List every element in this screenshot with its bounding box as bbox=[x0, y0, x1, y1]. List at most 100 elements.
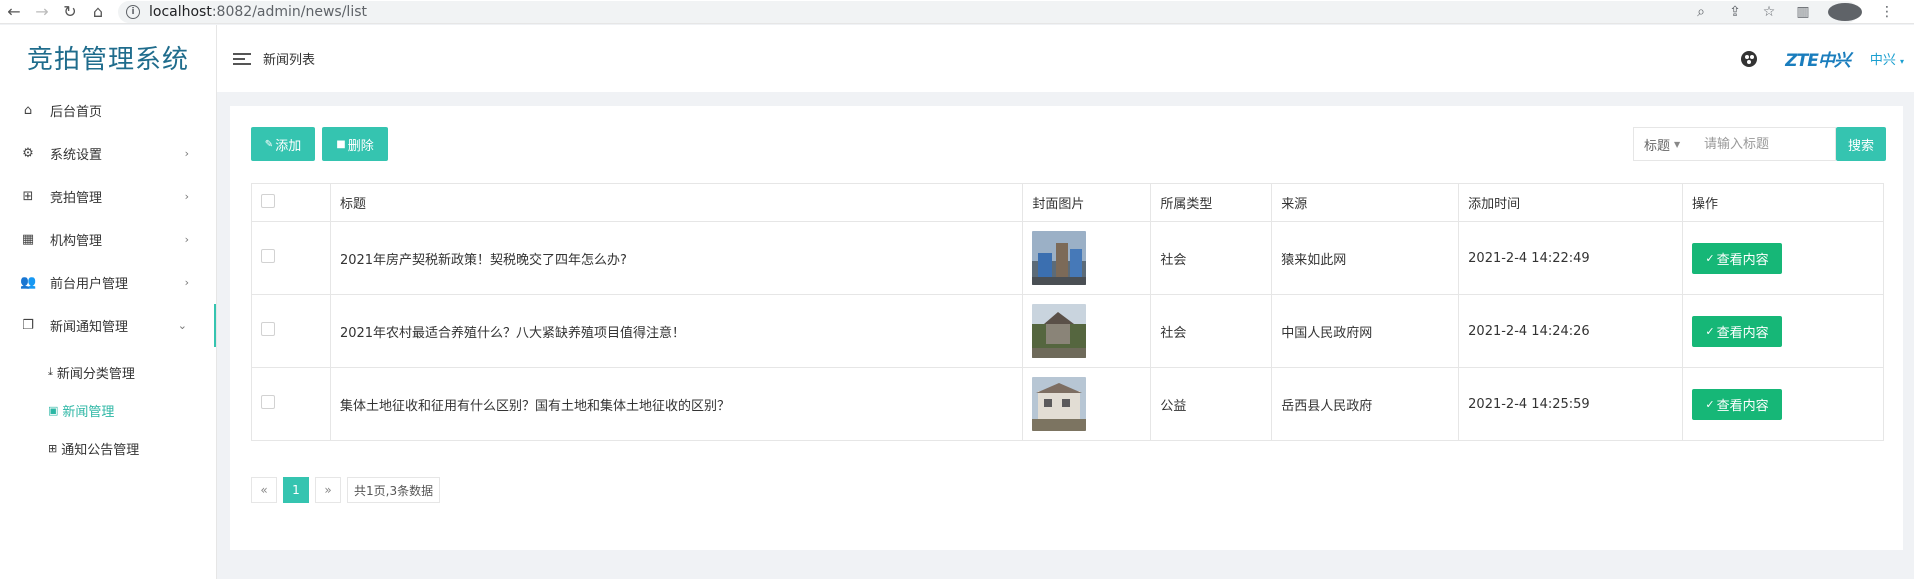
cell-actions: ✓ 查看内容 bbox=[1682, 221, 1884, 295]
cell-source: 中国人民政府网 bbox=[1271, 294, 1460, 368]
sidebar-item-notice-manage[interactable]: ⊞ 通知公告管理 bbox=[0, 429, 216, 467]
delete-icon: ■ bbox=[336, 138, 346, 150]
cell-type: 社会 bbox=[1150, 221, 1273, 295]
dashboard-icon: ▦ bbox=[21, 232, 35, 247]
search-field-select[interactable]: 标题 ▼ bbox=[1633, 127, 1695, 161]
view-content-button[interactable]: ✓ 查看内容 bbox=[1692, 388, 1783, 420]
pagination: « 1 » 共1页,3条数据 bbox=[251, 477, 446, 503]
prev-page-button[interactable]: « bbox=[251, 477, 277, 503]
edit-icon: ✎ bbox=[264, 138, 274, 150]
sidebar: 竞拍管理系统 ⌂ 后台首页 ⚙ 系统设置 › ⊞ 竞拍管理 › ▦ 机构管理 ›… bbox=[0, 25, 217, 579]
view-content-button[interactable]: ✓ 查看内容 bbox=[1692, 315, 1783, 347]
table-row: 集体土地征收和征用有什么区别？国有土地和集体土地征收的区别？ 公益 岳西县人民政… bbox=[251, 367, 1884, 441]
address-bar[interactable]: i localhost:8082/admin/news/list bbox=[118, 0, 1858, 23]
cell-time: 2021-2-4 14:24:26 bbox=[1458, 294, 1684, 368]
cover-image bbox=[1032, 231, 1087, 285]
page-1-button[interactable]: 1 bbox=[283, 477, 309, 503]
cell-actions: ✓ 查看内容 bbox=[1682, 367, 1884, 441]
app-logo-title: 竞拍管理系统 bbox=[26, 44, 189, 75]
user-menu[interactable]: 中兴 ▾ bbox=[1870, 49, 1904, 68]
cell-title: 2021年农村最适合养殖什么？八大紧缺养殖项目值得注意！ bbox=[329, 294, 1024, 368]
add-button[interactable]: ✎ 添加 bbox=[251, 127, 315, 161]
sidebar-item-news-manage[interactable]: ▣ 新闻管理 bbox=[0, 391, 216, 429]
zoom-icon[interactable]: ⌕ bbox=[1684, 4, 1718, 20]
download-icon: ⤓ bbox=[48, 365, 53, 378]
sidebar-item-label: 新闻分类管理 bbox=[56, 366, 135, 382]
pagination-summary: 共1页,3条数据 bbox=[347, 477, 441, 503]
caret-down-icon: ▼ bbox=[1674, 139, 1681, 149]
copy-icon: ❐ bbox=[22, 318, 34, 333]
more-menu-icon[interactable]: ⋮ bbox=[1870, 4, 1904, 20]
sidebar-item-organization[interactable]: ▦ 机构管理 › bbox=[0, 218, 216, 261]
forward-icon[interactable]: → bbox=[28, 0, 56, 24]
sidebar-item-users[interactable]: 👥 前台用户管理 › bbox=[0, 261, 216, 304]
delete-button-label: 删除 bbox=[347, 138, 374, 154]
check-icon: ✓ bbox=[1705, 324, 1715, 338]
select-all-cell bbox=[251, 183, 331, 222]
delete-button[interactable]: ■ 删除 bbox=[322, 127, 388, 161]
view-content-label: 查看内容 bbox=[1716, 252, 1769, 268]
column-header-time: 添加时间 bbox=[1458, 183, 1684, 222]
cell-cover bbox=[1022, 367, 1152, 441]
cell-source: 猿来如此网 bbox=[1271, 221, 1460, 295]
chevron-right-icon: › bbox=[184, 147, 189, 160]
menu-toggle-icon[interactable] bbox=[233, 52, 251, 65]
url-path: :8082/admin/news/list bbox=[211, 3, 367, 20]
row-checkbox[interactable] bbox=[261, 249, 275, 263]
cover-image bbox=[1032, 377, 1087, 431]
home-icon[interactable]: ⌂ bbox=[84, 0, 112, 24]
chevron-right-icon: › bbox=[184, 190, 189, 203]
view-content-label: 查看内容 bbox=[1716, 398, 1769, 414]
news-table: 标题 封面图片 所属类型 来源 添加时间 操作 2021年房产契税新政策！契税晚… bbox=[251, 183, 1884, 441]
search-input[interactable] bbox=[1694, 127, 1836, 161]
table-row: 2021年房产契税新政策！契税晚交了四年怎么办? 社会 猿来如此网 2021-2… bbox=[251, 221, 1884, 295]
view-content-button[interactable]: ✓ 查看内容 bbox=[1692, 242, 1783, 274]
share-icon[interactable]: ⇪ bbox=[1718, 4, 1752, 20]
windows-icon: ⊞ bbox=[48, 441, 58, 455]
cell-type: 社会 bbox=[1150, 294, 1273, 368]
check-icon: ✓ bbox=[1705, 251, 1715, 265]
profile-avatar-icon[interactable] bbox=[1828, 3, 1862, 21]
palette-icon[interactable] bbox=[1741, 50, 1758, 67]
row-checkbox[interactable] bbox=[261, 322, 275, 336]
column-header-type: 所属类型 bbox=[1150, 183, 1273, 222]
site-info-icon[interactable]: i bbox=[126, 4, 140, 19]
column-header-cover: 封面图片 bbox=[1022, 183, 1152, 222]
news-list-card: ✎添加 ■删除 标题▼ 搜索 标题 封面图片 所属类型 来源 添加时间 bbox=[230, 106, 1903, 550]
chevron-down-icon: ⌄ bbox=[177, 319, 187, 332]
column-header-source: 来源 bbox=[1271, 183, 1460, 222]
page-title: 新闻列表 bbox=[263, 53, 316, 68]
side-panel-icon[interactable]: ▥ bbox=[1786, 4, 1820, 20]
add-button-label: 添加 bbox=[275, 138, 302, 154]
back-icon[interactable]: ← bbox=[0, 0, 28, 24]
cell-time: 2021-2-4 14:22:49 bbox=[1458, 221, 1684, 295]
table-row: 2021年农村最适合养殖什么？八大紧缺养殖项目值得注意！ 社会 中国人民政府网 … bbox=[251, 294, 1884, 368]
search-button[interactable]: 搜索 bbox=[1836, 127, 1886, 161]
row-checkbox[interactable] bbox=[261, 395, 275, 409]
select-all-checkbox[interactable] bbox=[261, 193, 275, 208]
reload-icon[interactable]: ↻ bbox=[56, 0, 84, 24]
sidebar-item-label: 前台用户管理 bbox=[50, 277, 129, 292]
chevron-right-icon: › bbox=[184, 276, 189, 289]
brand-logo: ZTE中兴 bbox=[1785, 51, 1851, 71]
column-header-title: 标题 bbox=[329, 183, 1024, 222]
sidebar-item-system-settings[interactable]: ⚙ 系统设置 › bbox=[0, 132, 216, 175]
check-icon: ✓ bbox=[1705, 397, 1715, 411]
search-field-value: 标题 bbox=[1644, 138, 1671, 154]
cell-actions: ✓ 查看内容 bbox=[1682, 294, 1884, 368]
column-header-actions: 操作 bbox=[1682, 183, 1884, 222]
sidebar-item-auction[interactable]: ⊞ 竞拍管理 › bbox=[0, 175, 216, 218]
cell-cover bbox=[1022, 221, 1152, 295]
sidebar-item-news-category[interactable]: ⤓ 新闻分类管理 bbox=[0, 353, 216, 391]
news-icon: ▣ bbox=[48, 403, 59, 417]
next-page-button[interactable]: » bbox=[315, 477, 341, 503]
sidebar-item-dashboard[interactable]: ⌂ 后台首页 bbox=[0, 89, 216, 132]
bookmark-star-icon[interactable]: ☆ bbox=[1752, 4, 1786, 20]
users-icon: 👥 bbox=[20, 275, 37, 290]
sidebar-item-label: 竞拍管理 bbox=[50, 191, 103, 206]
browser-toolbar: ← → ↻ ⌂ i localhost:8082/admin/news/list… bbox=[0, 0, 1914, 24]
sidebar-item-label: 机构管理 bbox=[50, 234, 103, 249]
search-button-label: 搜索 bbox=[1847, 138, 1874, 154]
sidebar-item-news-notices[interactable]: ❐ 新闻通知管理 ⌄ bbox=[0, 304, 216, 347]
news-submenu: ⤓ 新闻分类管理 ▣ 新闻管理 ⊞ 通知公告管理 bbox=[0, 347, 216, 467]
